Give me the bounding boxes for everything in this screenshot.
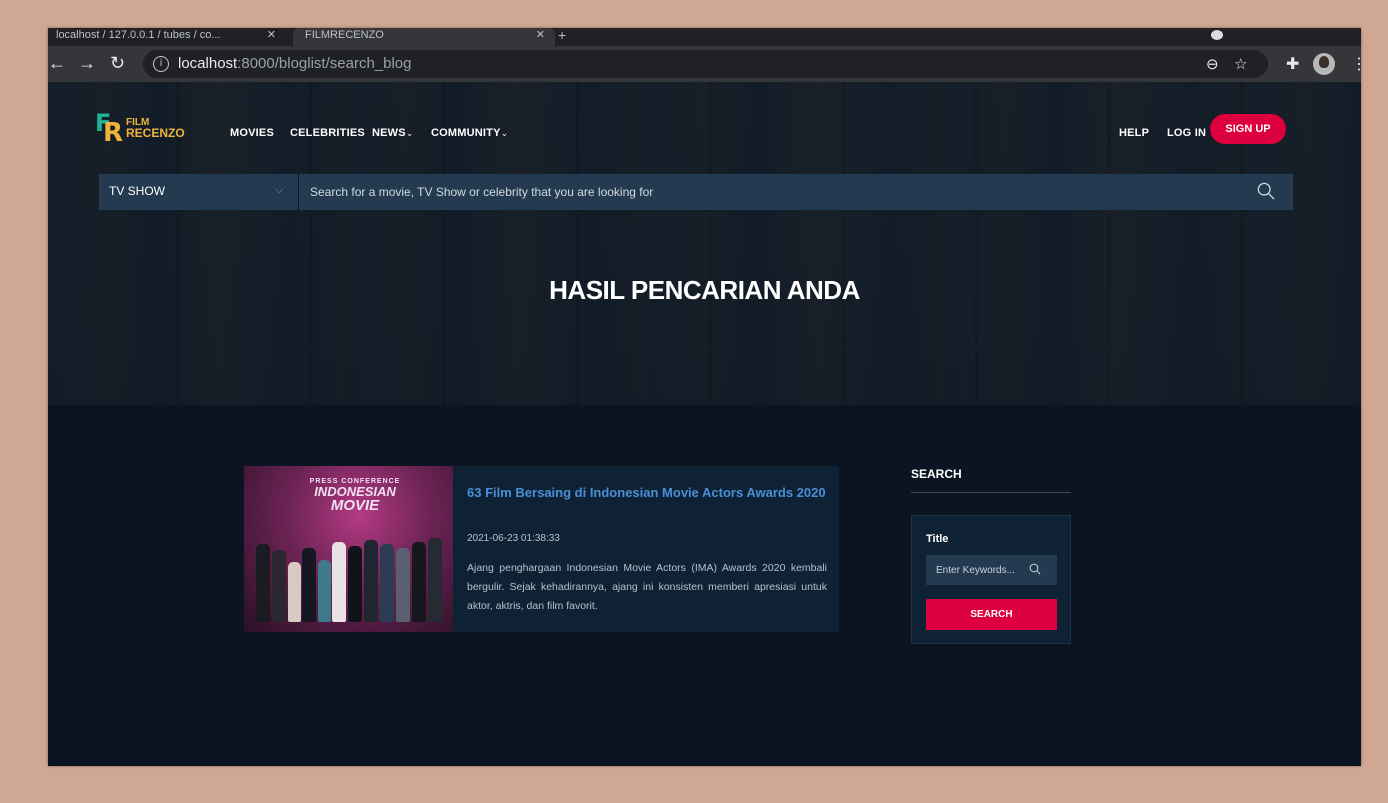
reload-icon[interactable]: ↻	[110, 54, 125, 72]
search-icon[interactable]	[1257, 182, 1275, 200]
blog-result-card[interactable]: PRESS CONFERENCE INDONESIAN MOVIE 63 Fil…	[244, 466, 839, 632]
nav-label: COMMUNITY	[431, 127, 501, 139]
poster-background	[48, 346, 1361, 405]
tab-title: localhost / 127.0.0.1 / tubes / co...	[56, 29, 221, 41]
photo-figure	[318, 560, 331, 622]
photo-figure	[428, 538, 442, 622]
search-icon	[1029, 563, 1041, 575]
chevron-down-icon: ⌵	[275, 184, 284, 196]
desktop-background: localhost / 127.0.0.1 / tubes / co... ✕ …	[0, 0, 1388, 803]
blog-excerpt: Ajang penghargaan Indonesian Movie Actor…	[467, 562, 827, 612]
nav-celebrities[interactable]: CELEBRITIES	[290, 127, 365, 139]
browser-window: localhost / 127.0.0.1 / tubes / co... ✕ …	[48, 28, 1361, 766]
tab-filmrecenzo[interactable]: FILMRECENZO ✕	[293, 28, 555, 46]
hero-header: F R FILM RECENZO MOVIES CELEBRITIES NEWS…	[48, 82, 1361, 405]
new-tab-icon[interactable]: +	[558, 28, 566, 42]
search-type-select[interactable]: TV SHOW ⌵	[99, 174, 299, 210]
browser-menu-icon[interactable]: ⋮	[1351, 54, 1361, 74]
bookmark-star-icon[interactable]: ☆	[1234, 55, 1247, 73]
address-bar[interactable]: i localhost:8000/bloglist/search_blog ⊖ …	[143, 50, 1268, 78]
photo-figure	[332, 542, 346, 622]
global-search-bar: TV SHOW ⌵	[99, 174, 1293, 210]
url-path: :8000/bloglist/search_blog	[237, 55, 412, 72]
sidebar-heading: SEARCH	[911, 467, 962, 481]
photo-figure	[302, 548, 316, 622]
profile-indicator-icon	[1211, 30, 1223, 40]
title-label: Title	[926, 533, 949, 545]
divider	[911, 492, 1071, 493]
site-info-icon[interactable]: i	[153, 56, 169, 72]
photo-figure	[364, 540, 378, 622]
page-title: HASIL PENCARIAN ANDA	[549, 275, 860, 305]
tab-title: FILMRECENZO	[305, 29, 384, 41]
close-tab-icon[interactable]: ✕	[267, 28, 276, 42]
nav-label: MOVIES	[230, 127, 274, 139]
photo-figure	[380, 544, 394, 622]
search-type-value: TV SHOW	[109, 184, 165, 198]
url-host: localhost	[178, 55, 238, 72]
photo-figure	[288, 562, 301, 622]
site-logo[interactable]: F R FILM RECENZO	[95, 111, 185, 147]
nav-movies[interactable]: MOVIES	[230, 127, 274, 139]
logo-r-glyph: R	[103, 118, 124, 148]
chevron-down-icon: ⌄	[405, 128, 414, 138]
login-link[interactable]: LOG IN	[1167, 127, 1206, 139]
logo-line2: RECENZO	[126, 126, 185, 140]
photo-figure	[272, 550, 286, 622]
profile-avatar[interactable]	[1313, 53, 1335, 75]
tab-strip: localhost / 127.0.0.1 / tubes / co... ✕ …	[48, 28, 1361, 46]
nav-label: CELEBRITIES	[290, 127, 365, 139]
zoom-icon[interactable]: ⊖	[1206, 55, 1219, 73]
thumbnail-banner: PRESS CONFERENCE INDONESIAN MOVIE	[296, 478, 414, 538]
main-content: PRESS CONFERENCE INDONESIAN MOVIE 63 Fil…	[48, 405, 1361, 766]
signup-button[interactable]: SIGN UP	[1210, 114, 1286, 144]
photo-figure	[396, 548, 410, 622]
back-icon[interactable]: ←	[48, 54, 66, 72]
chevron-down-icon: ⌄	[500, 128, 509, 138]
sidebar-search-widget: Title SEARCH	[911, 515, 1071, 644]
photo-figure	[256, 544, 270, 622]
tab-phpmyadmin[interactable]: localhost / 127.0.0.1 / tubes / co... ✕	[56, 28, 286, 46]
search-input[interactable]	[300, 174, 1260, 210]
nav-community[interactable]: COMMUNITY⌄	[431, 127, 508, 139]
toolbar: ← → ↻ i localhost:8000/bloglist/search_b…	[48, 46, 1361, 82]
nav-news[interactable]: NEWS⌄	[372, 127, 414, 139]
url-text[interactable]: localhost:8000/bloglist/search_blog	[178, 55, 412, 72]
banner-line: MOVIE	[330, 497, 380, 514]
blog-thumbnail[interactable]: PRESS CONFERENCE INDONESIAN MOVIE	[244, 466, 453, 632]
photo-figure	[412, 542, 426, 622]
extensions-puzzle-icon[interactable]: ✚	[1286, 54, 1299, 74]
blog-title-link[interactable]: 63 Film Bersaing di Indonesian Movie Act…	[467, 485, 827, 500]
sidebar-search-button[interactable]: SEARCH	[926, 599, 1057, 630]
nav-label: NEWS	[372, 127, 406, 139]
blog-date: 2021-06-23 01:38:33	[467, 533, 560, 544]
close-tab-icon[interactable]: ✕	[536, 28, 545, 42]
help-link[interactable]: HELP	[1119, 127, 1149, 139]
forward-icon[interactable]: →	[78, 54, 96, 72]
photo-figure	[348, 546, 362, 622]
